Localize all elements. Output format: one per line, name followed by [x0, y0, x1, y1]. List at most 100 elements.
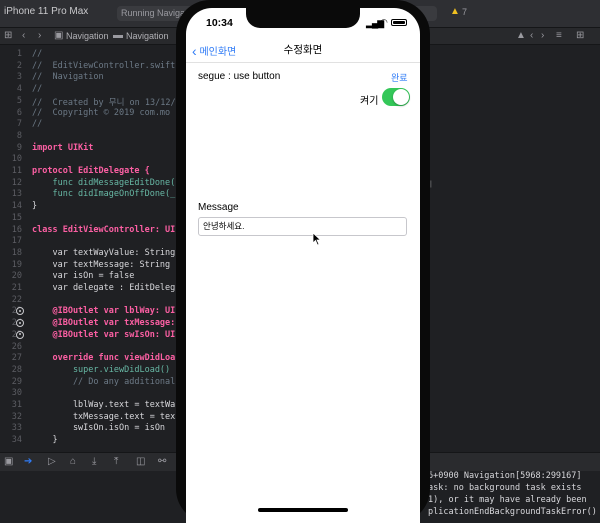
line-number: 20	[11, 271, 22, 282]
code-line[interactable]: // Created by 무니 on 13/12/	[32, 96, 176, 108]
line-number: 18	[11, 247, 22, 258]
line-number: 8	[16, 130, 22, 141]
switch-label: 켜기	[360, 96, 379, 107]
code-line[interactable]: class EditViewController: UI	[32, 225, 175, 235]
line-number: 19	[11, 259, 22, 270]
back-arrow-icon[interactable]: ‹	[22, 30, 25, 41]
code-line[interactable]: swIsOn.isOn = isOn	[32, 423, 165, 433]
code-line[interactable]: override func viewDidLoa	[32, 353, 175, 363]
view-debugger-icon[interactable]: ◫	[136, 456, 145, 467]
code-line[interactable]: var delegate : EditDeleg	[32, 283, 175, 293]
code-line[interactable]: txMessage.text = tex	[32, 412, 175, 422]
console-line: ask: no background task exists	[428, 483, 582, 493]
line-number: 6	[16, 107, 22, 118]
code-line[interactable]: var textWayValue: String	[32, 248, 175, 258]
pause-icon[interactable]: ▷	[48, 456, 56, 467]
line-number: 15	[11, 212, 22, 223]
line-number: 34	[11, 435, 22, 446]
code-line[interactable]: // Do any additional	[32, 377, 175, 387]
line-number: 16	[11, 224, 22, 235]
nav-divider	[186, 62, 420, 63]
line-number: 32	[11, 411, 22, 422]
run-destination[interactable]: iPhone 11 Pro Max	[4, 6, 88, 17]
code-line[interactable]: @IBOutlet var txMessage:	[32, 318, 175, 328]
console-line: 6+0900 Navigation[5968:299167]	[428, 471, 582, 481]
code-line[interactable]: }	[32, 435, 57, 445]
chevron-right-icon[interactable]: ›	[541, 30, 544, 41]
on-off-switch[interactable]	[382, 88, 410, 106]
line-number: 11	[11, 166, 22, 176]
line-number: 26	[11, 341, 22, 352]
line-number: 1	[16, 49, 22, 59]
step-over-icon[interactable]: ⌂	[70, 456, 76, 467]
hide-debug-icon[interactable]: ▣	[4, 456, 13, 467]
line-number: 4	[16, 84, 22, 95]
iphone-screen: 10:34 ▂▄▆ ◠ ‹ 메인화면 수정화면 segue : use butt…	[186, 8, 420, 523]
breadcrumb-folder[interactable]: Navigation	[126, 31, 169, 41]
switch-knob	[393, 89, 409, 105]
code-line[interactable]: @IBOutlet var swIsOn: UI	[32, 330, 175, 340]
code-line[interactable]: //	[32, 84, 42, 94]
step-out-icon[interactable]: ⤒	[114, 456, 118, 467]
chevron-left-icon[interactable]: ‹	[530, 30, 533, 41]
code-line[interactable]: import UIKit	[32, 143, 93, 153]
line-number: 27	[11, 353, 22, 364]
message-label: Message	[198, 202, 239, 213]
done-button[interactable]: 완료	[391, 71, 408, 84]
line-number: 3	[16, 72, 22, 83]
breadcrumb-project[interactable]: Navigation	[66, 31, 109, 41]
grid-icon[interactable]: ⊞	[4, 30, 12, 41]
segue-way-label: segue : use button	[198, 71, 281, 82]
line-number: 31	[11, 400, 22, 410]
add-editor-icon[interactable]: ⊞	[576, 30, 584, 41]
warning-count: 7	[462, 7, 468, 17]
code-line[interactable]: var isOn = false	[32, 271, 134, 281]
project-icon: ▣	[54, 30, 64, 41]
line-number: 12	[11, 177, 22, 188]
forward-arrow-icon[interactable]: ›	[38, 30, 41, 41]
memory-graph-icon[interactable]: ⚯	[158, 456, 166, 467]
line-number: 29	[11, 376, 22, 387]
mouse-cursor-icon	[312, 232, 322, 246]
line-number: 10	[11, 154, 22, 165]
line-number: 17	[11, 236, 22, 247]
code-line[interactable]: super.viewDidLoad()	[32, 365, 170, 375]
warning-icon[interactable]: ▲	[450, 6, 460, 17]
line-number: 22	[11, 294, 22, 305]
line-number: 28	[11, 364, 22, 375]
code-line[interactable]: //	[32, 49, 42, 59]
outlet-connection-icon[interactable]	[16, 307, 24, 316]
code-line[interactable]: func didMessageEditDone(	[32, 178, 175, 188]
console-line: plicationEndBackgroundTaskError()	[428, 507, 597, 517]
code-line[interactable]: @IBOutlet var lblWay: UI	[32, 306, 175, 316]
code-line[interactable]: var textMessage: String	[32, 260, 170, 270]
status-time: 10:34	[206, 17, 233, 29]
console-line: 1), or it may have already been	[428, 495, 587, 505]
message-field[interactable]: 안녕하세요.	[198, 217, 407, 236]
wifi-icon: ◠	[380, 17, 388, 27]
notch	[246, 8, 360, 28]
warning-small-icon[interactable]: ▲	[516, 30, 526, 41]
breakpoints-icon[interactable]: ➔	[24, 456, 32, 467]
line-number: 14	[11, 201, 22, 212]
outlet-connection-icon[interactable]	[16, 330, 24, 339]
code-line[interactable]: protocol EditDelegate {	[32, 166, 150, 176]
line-number: 5	[16, 95, 22, 106]
outlet-connection-icon[interactable]	[16, 319, 24, 328]
line-number: 7	[16, 119, 22, 130]
line-number: 2	[16, 60, 22, 71]
code-line[interactable]: // Navigation	[32, 72, 104, 82]
step-in-icon[interactable]: ⤓	[92, 456, 96, 467]
home-indicator	[258, 508, 348, 512]
code-line[interactable]: }	[32, 201, 37, 211]
editor-options-icon[interactable]: ≡	[556, 30, 562, 41]
code-line[interactable]: //	[32, 119, 42, 129]
line-number: 33	[11, 423, 22, 434]
nav-title: 수정화면	[283, 44, 323, 56]
line-number: 30	[11, 388, 22, 399]
code-line[interactable]: // Copyright © 2019 com.mo	[32, 108, 170, 118]
code-line[interactable]: // EditViewController.swift	[32, 61, 175, 71]
code-line[interactable]: func didImageOnOffDone(_	[32, 189, 175, 199]
code-line[interactable]: lblWay.text = textWa	[32, 400, 175, 410]
battery-icon	[391, 19, 407, 26]
